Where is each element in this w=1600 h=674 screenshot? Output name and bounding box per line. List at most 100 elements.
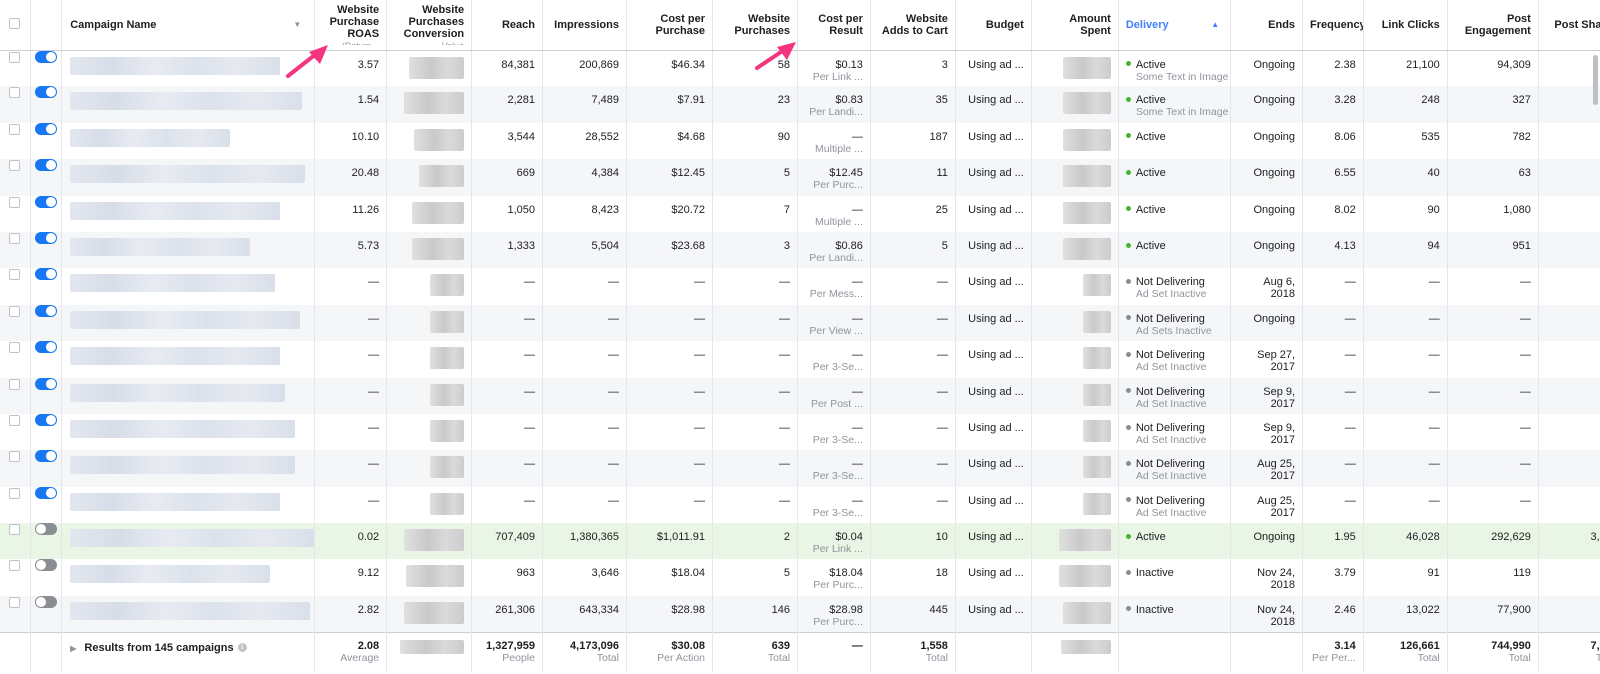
row-checkbox[interactable] (9, 342, 21, 354)
campaign-name-cell[interactable] (61, 195, 316, 232)
row-checkbox-cell[interactable] (0, 50, 31, 87)
column-header-website-purchases[interactable]: Website Purchases (712, 0, 799, 51)
row-toggle-cell[interactable] (30, 86, 63, 123)
column-header-budget[interactable]: Budget (955, 0, 1032, 51)
row-toggle-cell[interactable] (30, 450, 63, 487)
table-row[interactable]: — — — — — — Per 3-Se... — Using ad ... Not Delive… (0, 341, 1600, 378)
row-toggle-cell[interactable] (30, 195, 63, 232)
row-checkbox-cell[interactable] (0, 341, 31, 378)
campaign-toggle[interactable] (35, 523, 58, 536)
campaign-toggle[interactable] (35, 268, 58, 281)
sort-up-icon[interactable]: ▲ (1211, 19, 1219, 31)
table-row[interactable]: 2.82 261,306 643,334 $28.98 146 $28.98 Per Pur… (0, 595, 1600, 633)
row-checkbox-cell[interactable] (0, 377, 31, 414)
row-checkbox[interactable] (9, 232, 21, 244)
row-checkbox-cell[interactable] (0, 304, 31, 342)
campaign-name-cell[interactable] (61, 304, 316, 342)
column-header-delivery[interactable]: Delivery ▲ (1118, 0, 1232, 51)
row-toggle-cell[interactable] (30, 377, 63, 414)
column-header-amount-spent[interactable]: Amount Spent (1031, 0, 1119, 51)
campaign-toggle[interactable] (35, 159, 58, 172)
table-row[interactable]: — — — — — — Per 3-Se... — Using ad ... Not Delive… (0, 486, 1600, 524)
campaign-name-cell[interactable] (61, 523, 316, 560)
row-checkbox[interactable] (9, 305, 21, 317)
table-row[interactable]: 11.26 1,050 8,423 $20.72 7— Multiple ... 25 Usi… (0, 195, 1600, 232)
row-toggle-cell[interactable] (30, 231, 63, 269)
campaign-name-cell[interactable] (61, 122, 316, 160)
row-checkbox-cell[interactable] (0, 595, 31, 633)
row-checkbox[interactable] (9, 51, 21, 63)
row-checkbox-cell[interactable] (0, 122, 31, 160)
row-checkbox[interactable] (9, 378, 21, 390)
campaign-toggle[interactable] (35, 195, 58, 208)
campaign-toggle[interactable] (35, 304, 58, 317)
select-all-checkbox[interactable] (9, 17, 21, 29)
campaign-name-cell[interactable] (61, 486, 316, 524)
campaign-name-cell[interactable] (61, 231, 316, 269)
campaign-toggle[interactable] (35, 559, 58, 572)
row-toggle-cell[interactable] (30, 486, 63, 524)
campaign-name-cell[interactable] (61, 413, 316, 451)
campaign-toggle[interactable] (35, 413, 58, 426)
column-header-roas[interactable]: Website Purchase ROAS(Return... (314, 0, 388, 51)
row-toggle-cell[interactable] (30, 159, 63, 196)
table-row[interactable]: — — — — — — Per Mess... — Using ad ... Not Delive… (0, 268, 1600, 305)
campaign-toggle[interactable] (35, 450, 58, 463)
row-checkbox-cell[interactable] (0, 231, 31, 269)
table-row[interactable]: 5.73 1,333 5,504 $23.68 3 $0.86 Per Landi... 5 U… (0, 231, 1600, 269)
campaign-name-cell[interactable] (61, 377, 316, 414)
table-row[interactable]: 9.12 963 3,646 $18.04 5 $18.04 Per Purc... 18 Us… (0, 559, 1600, 596)
row-checkbox[interactable] (9, 487, 21, 499)
column-header-conversion-value[interactable]: Website Purchases ConversionValue (386, 0, 473, 51)
row-checkbox[interactable] (9, 596, 21, 608)
campaign-name-cell[interactable] (61, 268, 316, 305)
row-checkbox-cell[interactable] (0, 159, 31, 196)
column-header-reach[interactable]: Reach (471, 0, 543, 51)
column-header-cost-per-result[interactable]: Cost per Result (797, 0, 871, 51)
row-checkbox-cell[interactable] (0, 450, 31, 487)
row-toggle-cell[interactable] (30, 413, 63, 451)
campaign-toggle[interactable] (35, 231, 58, 244)
campaign-name-cell[interactable] (61, 559, 316, 596)
row-checkbox-cell[interactable] (0, 86, 31, 123)
row-checkbox-cell[interactable] (0, 268, 31, 305)
table-row[interactable]: — — — — — — Per 3-Se... — Using ad ... Not Delive… (0, 450, 1600, 487)
campaign-toggle[interactable] (35, 377, 58, 390)
table-row[interactable]: 3.57 84,381 200,869 $46.34 58 $0.13 Per Link .… (0, 50, 1600, 87)
table-row[interactable]: 10.10 3,544 28,552 $4.68 90— Multiple ... 187 U… (0, 122, 1600, 160)
row-toggle-cell[interactable] (30, 523, 63, 560)
row-checkbox[interactable] (9, 160, 21, 172)
row-checkbox[interactable] (9, 560, 21, 572)
table-row[interactable]: — — — — — — Per Post ... — Using ad ... Not Deliv… (0, 377, 1600, 414)
table-row[interactable]: 1.54 2,281 7,489 $7.91 23 $0.83 Per Landi... 35… (0, 86, 1600, 123)
campaign-toggle[interactable] (35, 50, 58, 63)
info-icon[interactable]: i (237, 643, 247, 653)
row-toggle-cell[interactable] (30, 122, 63, 160)
row-checkbox-cell[interactable] (0, 523, 31, 560)
campaign-name-cell[interactable] (61, 50, 316, 87)
column-header-frequency[interactable]: Frequency (1302, 0, 1364, 51)
column-header-post-engagement[interactable]: Post Engagement (1447, 0, 1539, 51)
column-header-link-clicks[interactable]: Link Clicks (1363, 0, 1448, 51)
row-checkbox-cell[interactable] (0, 486, 31, 524)
row-toggle-cell[interactable] (30, 50, 63, 87)
row-checkbox[interactable] (9, 123, 21, 135)
table-row[interactable]: — — — — — — Per View ... — Using ad ... Not Deliv… (0, 304, 1600, 342)
row-checkbox-cell[interactable] (0, 559, 31, 596)
select-all-checkbox-cell[interactable] (0, 0, 31, 51)
column-header-impressions[interactable]: Impressions (542, 0, 627, 51)
campaign-toggle[interactable] (35, 595, 58, 608)
row-checkbox-cell[interactable] (0, 195, 31, 232)
row-checkbox[interactable] (9, 414, 21, 426)
campaign-name-cell[interactable] (61, 159, 316, 196)
row-checkbox[interactable] (9, 196, 21, 208)
row-toggle-cell[interactable] (30, 304, 63, 342)
column-header-adds-to-cart[interactable]: Website Adds to Cart (870, 0, 956, 51)
row-toggle-cell[interactable] (30, 341, 63, 378)
row-toggle-cell[interactable] (30, 595, 63, 633)
column-header-campaign-name[interactable]: Campaign Name ▼ (61, 0, 316, 51)
row-toggle-cell[interactable] (30, 559, 63, 596)
table-row[interactable]: 0.02 707,409 1,380,365 $1,011.91 2 $0.04 Per L… (0, 523, 1600, 560)
vertical-scrollbar[interactable] (1593, 55, 1598, 105)
campaign-name-cell[interactable] (61, 86, 316, 123)
